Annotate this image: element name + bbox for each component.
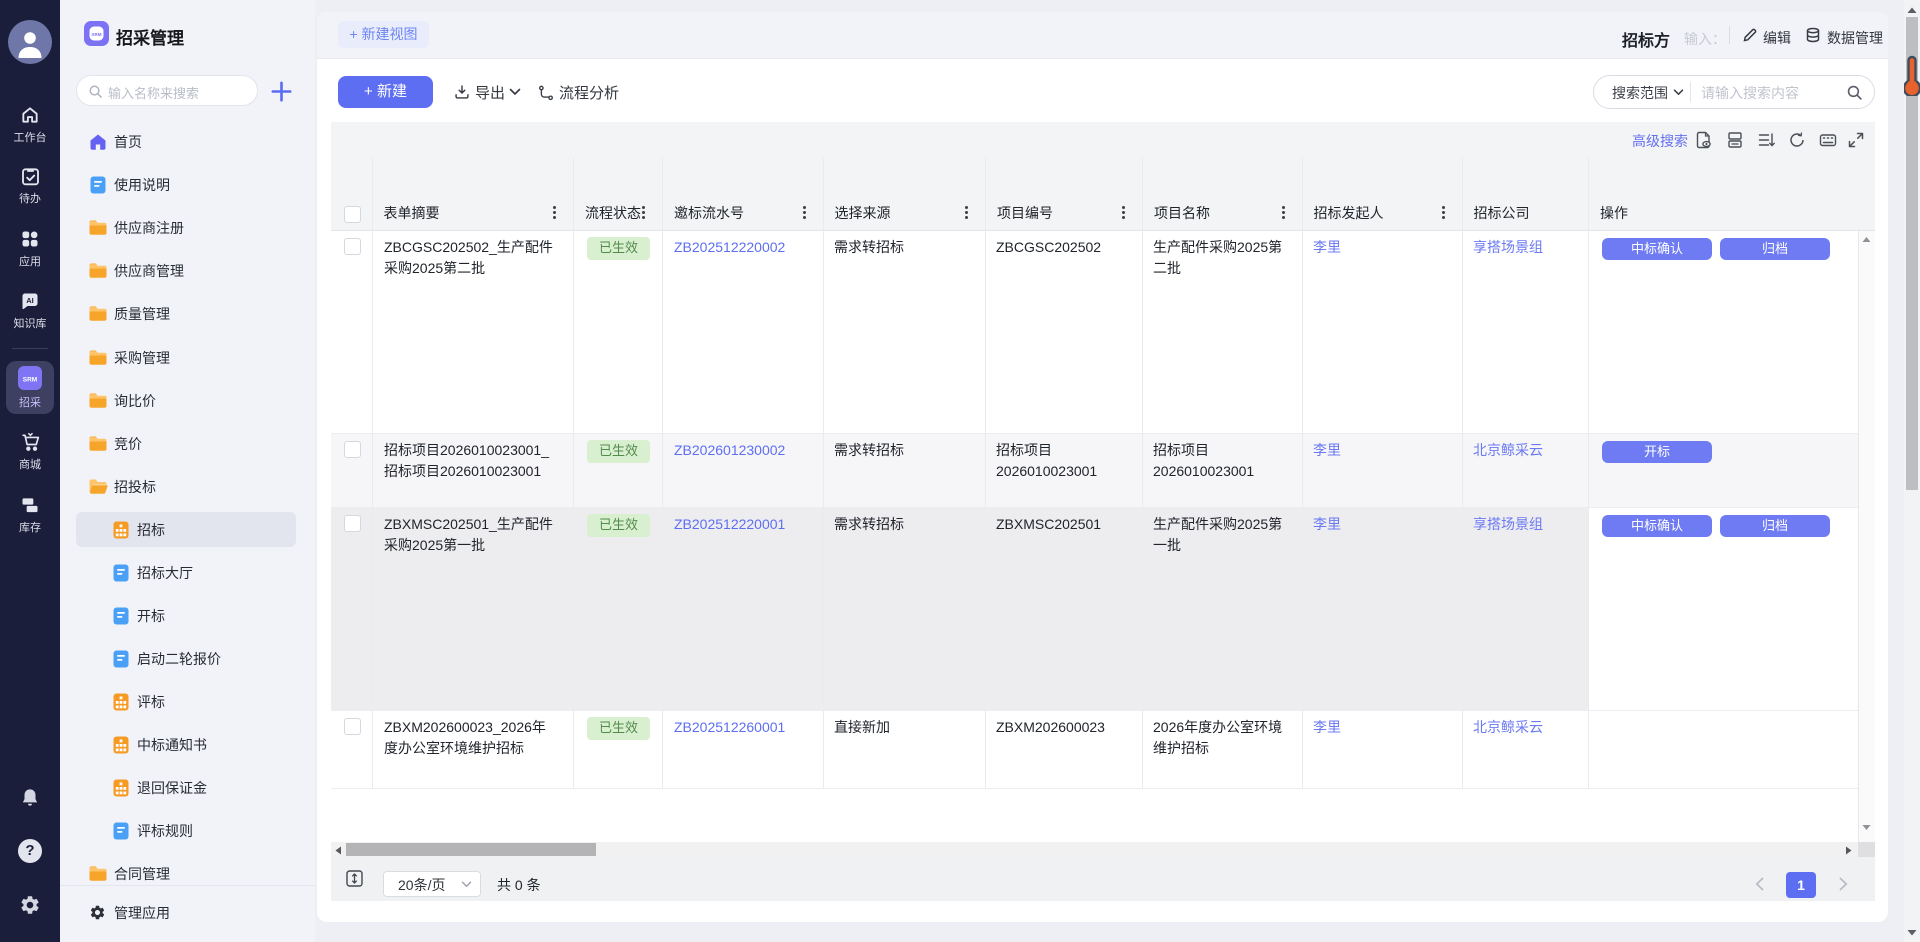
svg-text:SRM: SRM	[23, 377, 37, 384]
svg-text:AI: AI	[26, 296, 34, 305]
svg-text:SRM: SRM	[91, 32, 101, 37]
